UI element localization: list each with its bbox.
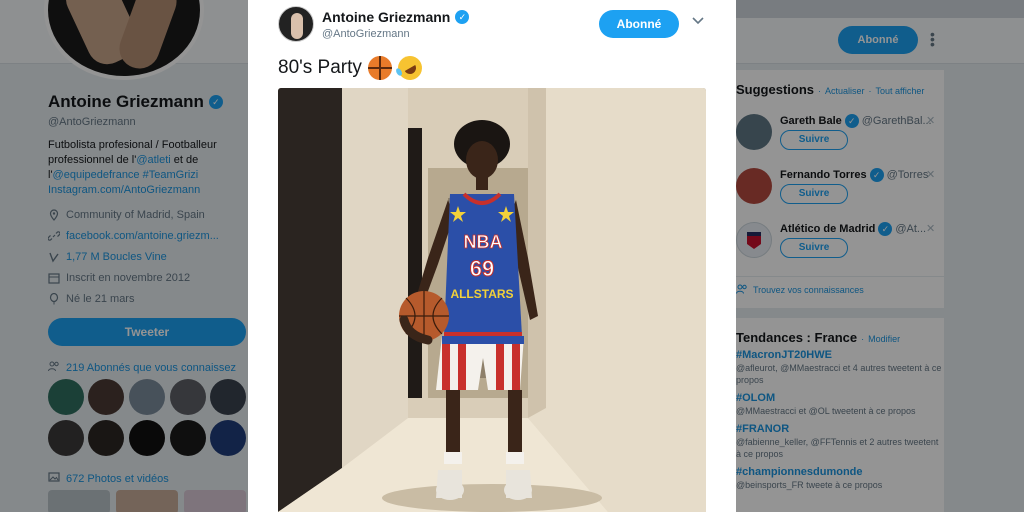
tweet-photo[interactable]: NBA 69 ALLSTARS xyxy=(278,88,706,512)
tweet-author-handle[interactable]: @AntoGriezmann xyxy=(322,28,410,40)
jersey-number-text: 69 xyxy=(470,256,494,281)
tweet-author-name-row: Antoine Griezmann ✓ xyxy=(322,9,470,25)
jersey-team-text: ALLSTARS xyxy=(450,287,513,301)
rofl-emoji-icon xyxy=(393,51,427,85)
jersey-league-text: NBA xyxy=(464,232,503,252)
tweet-author-avatar[interactable] xyxy=(278,6,314,42)
tweet-author-name[interactable]: Antoine Griezmann xyxy=(322,9,450,25)
chevron-down-icon[interactable] xyxy=(692,14,704,28)
tweet-modal: Antoine Griezmann ✓ @AntoGriezmann Abonn… xyxy=(248,0,736,512)
basketball-emoji-icon xyxy=(367,56,392,80)
tweet-text: 80's Party xyxy=(278,57,362,78)
verified-icon: ✓ xyxy=(455,10,470,24)
tweet-text-row: 80's Party xyxy=(278,51,427,85)
follow-state-button[interactable]: Abonné xyxy=(599,10,679,38)
photo-scene: NBA 69 ALLSTARS xyxy=(278,88,706,512)
